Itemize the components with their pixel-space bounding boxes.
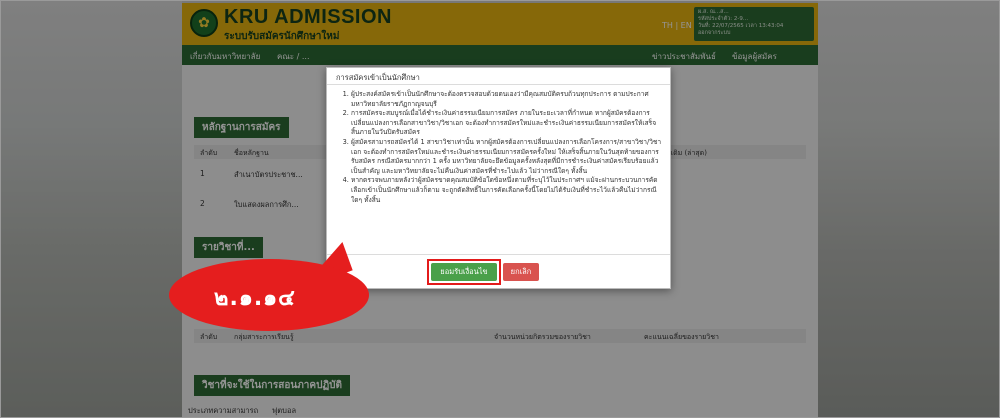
step-callout-label: ๒.๑.๑๔ — [214, 286, 296, 311]
term-item: ผู้ประสงค์สมัครเข้าเป็นนักศึกษาจะต้องตรว… — [351, 90, 664, 109]
term-item: การสมัครจะสมบูรณ์เมื่อได้ชำระเงินค่าธรรม… — [351, 109, 664, 138]
modal-body: ผู้ประสงค์สมัครเข้าเป็นนักศึกษาจะต้องตรว… — [339, 90, 664, 205]
accept-terms-button[interactable]: ยอมรับเงื่อนไข — [431, 263, 497, 281]
term-item: หากตรวจพบภายหลังว่าผู้สมัครขาดคุณสมบัติข… — [351, 176, 664, 205]
modal-divider — [327, 254, 670, 255]
cancel-button[interactable]: ยกเลิก — [503, 263, 539, 281]
modal-title: การสมัครเข้าเป็นนักศึกษา — [336, 73, 420, 82]
modal-divider — [327, 84, 670, 85]
term-item: ผู้สมัครสามารถสมัครได้ 1 สาขาวิชาเท่านั้… — [351, 138, 664, 176]
terms-modal: การสมัครเข้าเป็นนักศึกษา ผู้ประสงค์สมัคร… — [326, 67, 671, 289]
screenshot-frame: ✿ KRU ADMISSION ระบบรับสมัครนักศึกษาใหม่… — [0, 0, 1000, 418]
